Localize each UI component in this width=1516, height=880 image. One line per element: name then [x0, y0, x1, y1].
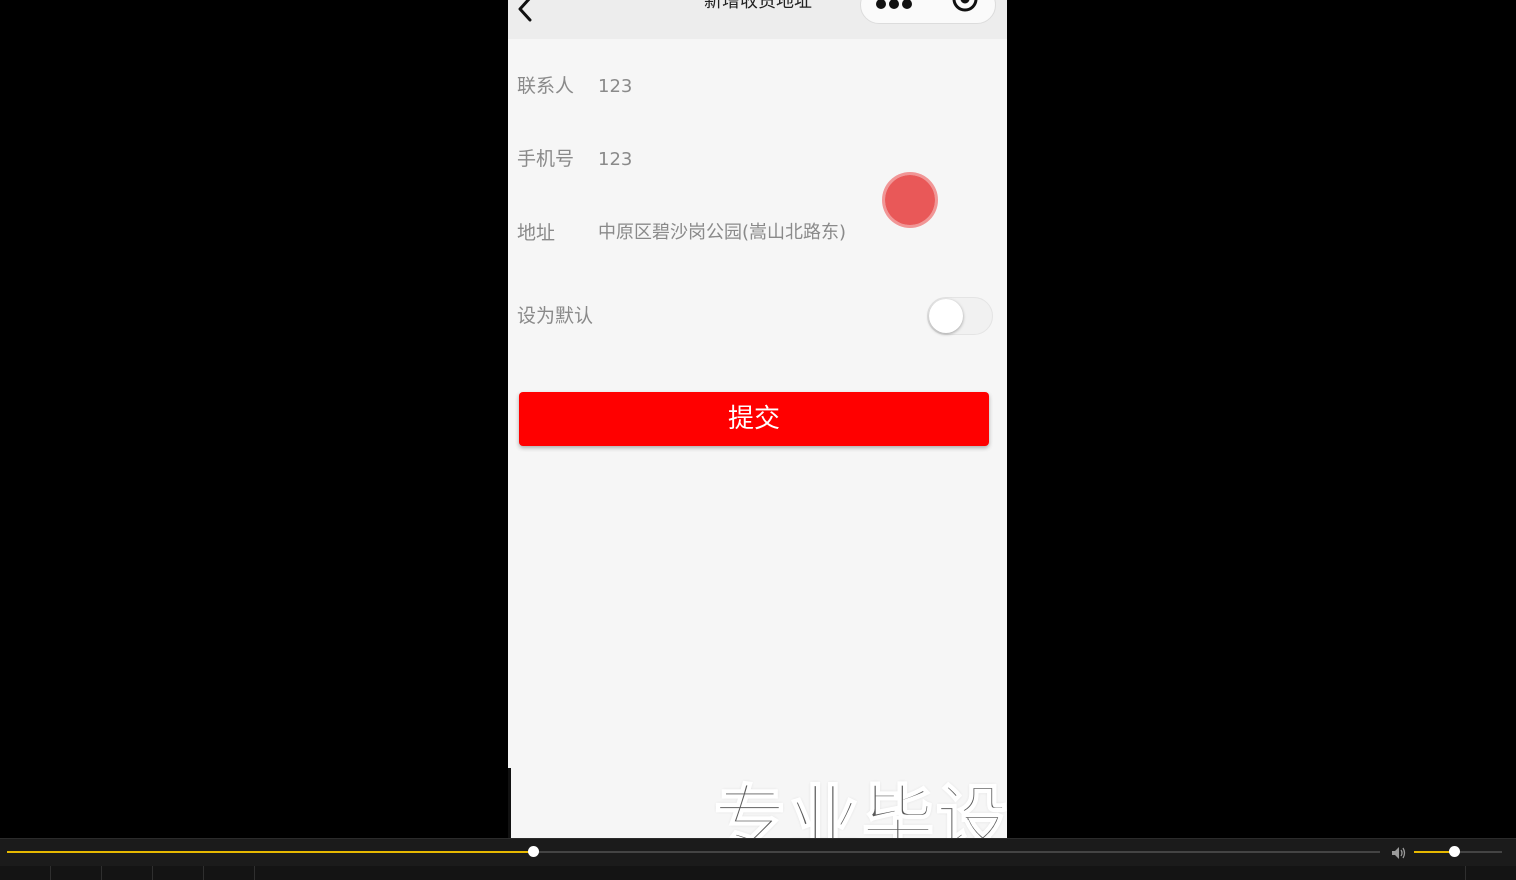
- chevron-left-icon: [518, 0, 532, 22]
- submit-button[interactable]: 提交: [519, 392, 989, 446]
- timeline-segment[interactable]: [102, 866, 153, 880]
- speaker-icon: [1392, 847, 1406, 859]
- watermark-text: 专业毕设: [713, 776, 1007, 838]
- page-title: 新增收货地址: [704, 0, 812, 12]
- timeline-segment[interactable]: [153, 866, 204, 880]
- phone-label: 手机号: [517, 148, 575, 170]
- navigation-bar: 新增收货地址: [508, 0, 1007, 39]
- volume-button[interactable]: [1391, 845, 1407, 859]
- phone-row: 手机号: [508, 139, 1007, 179]
- contact-row: 联系人: [508, 66, 1007, 106]
- back-button[interactable]: [512, 0, 540, 24]
- player-control-bar: [0, 838, 1516, 880]
- volume-slider[interactable]: [1414, 846, 1502, 857]
- volume-fill: [1414, 851, 1454, 853]
- progress-handle[interactable]: [527, 846, 539, 857]
- phone-screen: 新增收货地址 联系人 123 手机号 123 地址 中原区碧沙岗公园(嵩山北路东…: [508, 0, 1007, 838]
- timeline-segment[interactable]: [51, 866, 102, 880]
- default-label: 设为默认: [517, 305, 594, 327]
- contact-input[interactable]: [598, 71, 978, 101]
- progress-slider[interactable]: [7, 846, 1380, 857]
- touch-indicator: [885, 175, 935, 225]
- contact-label: 联系人: [517, 75, 575, 97]
- video-player-stage: 新增收货地址 联系人 123 手机号 123 地址 中原区碧沙岗公园(嵩山北路东…: [0, 0, 1516, 880]
- close-button[interactable]: [949, 0, 983, 19]
- address-label: 地址: [517, 222, 556, 244]
- default-switch[interactable]: [927, 297, 993, 335]
- more-dots-icon: [876, 0, 912, 9]
- default-row: 设为默认: [508, 296, 1007, 336]
- timeline-segment[interactable]: [0, 866, 51, 880]
- address-row: 地址 中原区碧沙岗公园(嵩山北路东): [508, 213, 1007, 253]
- address-picker[interactable]: 中原区碧沙岗公园(嵩山北路东): [598, 213, 846, 253]
- progress-fill: [7, 851, 533, 853]
- switch-knob: [929, 299, 963, 333]
- timeline-segment[interactable]: [204, 866, 255, 880]
- mini-program-capsule: [860, 0, 996, 24]
- more-button[interactable]: [875, 0, 919, 13]
- timeline-segment[interactable]: [1465, 866, 1516, 880]
- target-close-icon: [952, 0, 978, 12]
- volume-handle[interactable]: [1448, 846, 1460, 857]
- timeline-segments: [0, 866, 1516, 880]
- phone-input[interactable]: [598, 144, 978, 174]
- edge-mark: [508, 768, 511, 838]
